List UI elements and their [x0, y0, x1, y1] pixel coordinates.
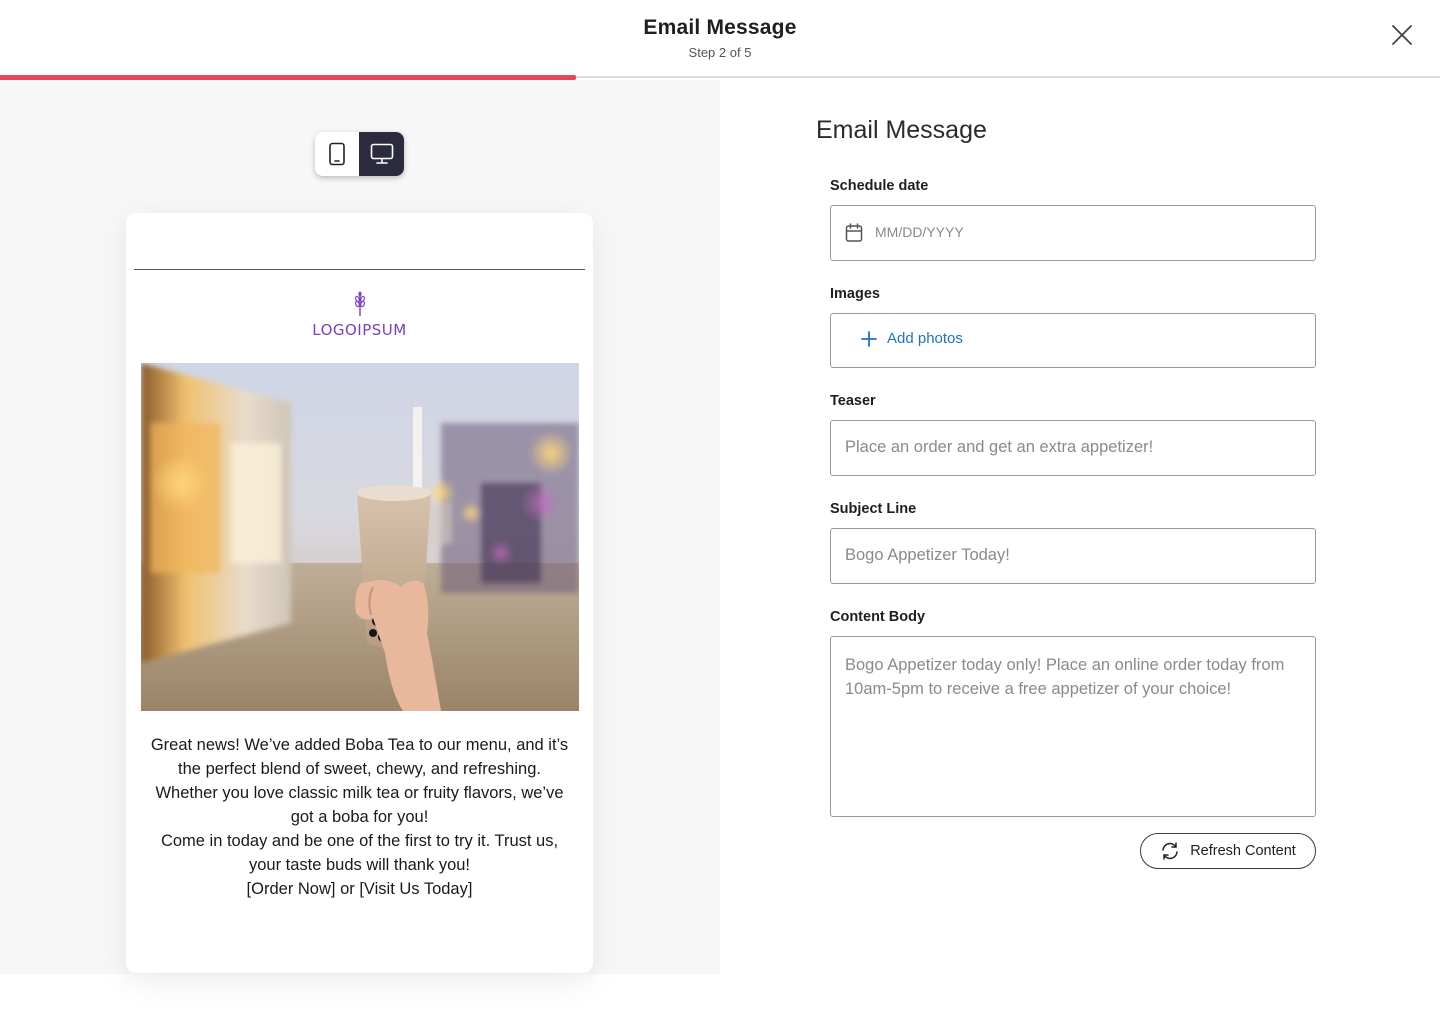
form-title: Email Message — [816, 116, 987, 144]
preview-pane: LOGOIPSUM Great news! We’ve added Boba T… — [0, 80, 720, 974]
add-photos-button[interactable]: Add photos — [861, 330, 963, 347]
header: Email Message Step 2 of 5 — [0, 0, 1440, 78]
hero-image — [141, 363, 579, 711]
mobile-view-button[interactable] — [315, 132, 359, 176]
email-paragraph: Great news! We’ve added Boba Tea to our … — [150, 736, 569, 826]
step-indicator: Step 2 of 5 — [688, 45, 752, 60]
logo-wordmark: LOGOIPSUM — [312, 321, 407, 339]
form-pane: Email Message Schedule date MM/DD/YYYY I… — [720, 80, 1440, 1022]
mobile-icon — [329, 142, 345, 166]
content-body-label: Content Body — [830, 609, 926, 625]
teaser-label: Teaser — [830, 393, 876, 409]
email-body: Great news! We’ve added Boba Tea to our … — [146, 733, 573, 901]
refresh-content-label: Refresh Content — [1190, 843, 1296, 859]
schedule-date-label: Schedule date — [830, 178, 929, 194]
close-icon — [1392, 25, 1412, 45]
device-toggle — [315, 132, 404, 176]
images-label: Images — [830, 286, 880, 302]
email-cta-line: [Order Now] or [Visit Us Today] — [246, 880, 473, 898]
content-body-value: Bogo Appetizer today only! Place an onli… — [845, 656, 1285, 698]
email-paragraph: Come in today and be one of the first to… — [160, 832, 559, 874]
content-body-textarea[interactable]: Bogo Appetizer today only! Place an onli… — [830, 636, 1316, 817]
brand-logo: LOGOIPSUM — [126, 291, 593, 339]
schedule-date-input[interactable]: MM/DD/YYYY — [830, 205, 1316, 261]
divider — [134, 269, 585, 270]
calendar-icon — [845, 223, 863, 242]
close-button[interactable] — [1384, 17, 1420, 53]
subject-line-input[interactable]: Bogo Appetizer Today! — [830, 528, 1316, 584]
wheat-logo-icon — [354, 291, 365, 316]
schedule-date-placeholder: MM/DD/YYYY — [875, 224, 964, 240]
page-title: Email Message — [643, 16, 797, 39]
images-field: Add photos — [830, 313, 1316, 368]
teaser-input[interactable]: Place an order and get an extra appetize… — [830, 420, 1316, 476]
refresh-icon — [1162, 842, 1178, 860]
subject-line-label: Subject Line — [830, 501, 917, 517]
subject-line-value: Bogo Appetizer Today! — [845, 546, 1010, 564]
plus-icon — [861, 330, 877, 347]
desktop-icon — [370, 143, 393, 164]
add-photos-label: Add photos — [887, 330, 963, 347]
desktop-view-button[interactable] — [359, 132, 404, 176]
teaser-value: Place an order and get an extra appetize… — [845, 438, 1154, 456]
refresh-content-button[interactable]: Refresh Content — [1140, 833, 1316, 869]
email-preview-card: LOGOIPSUM Great news! We’ve added Boba T… — [126, 213, 593, 973]
